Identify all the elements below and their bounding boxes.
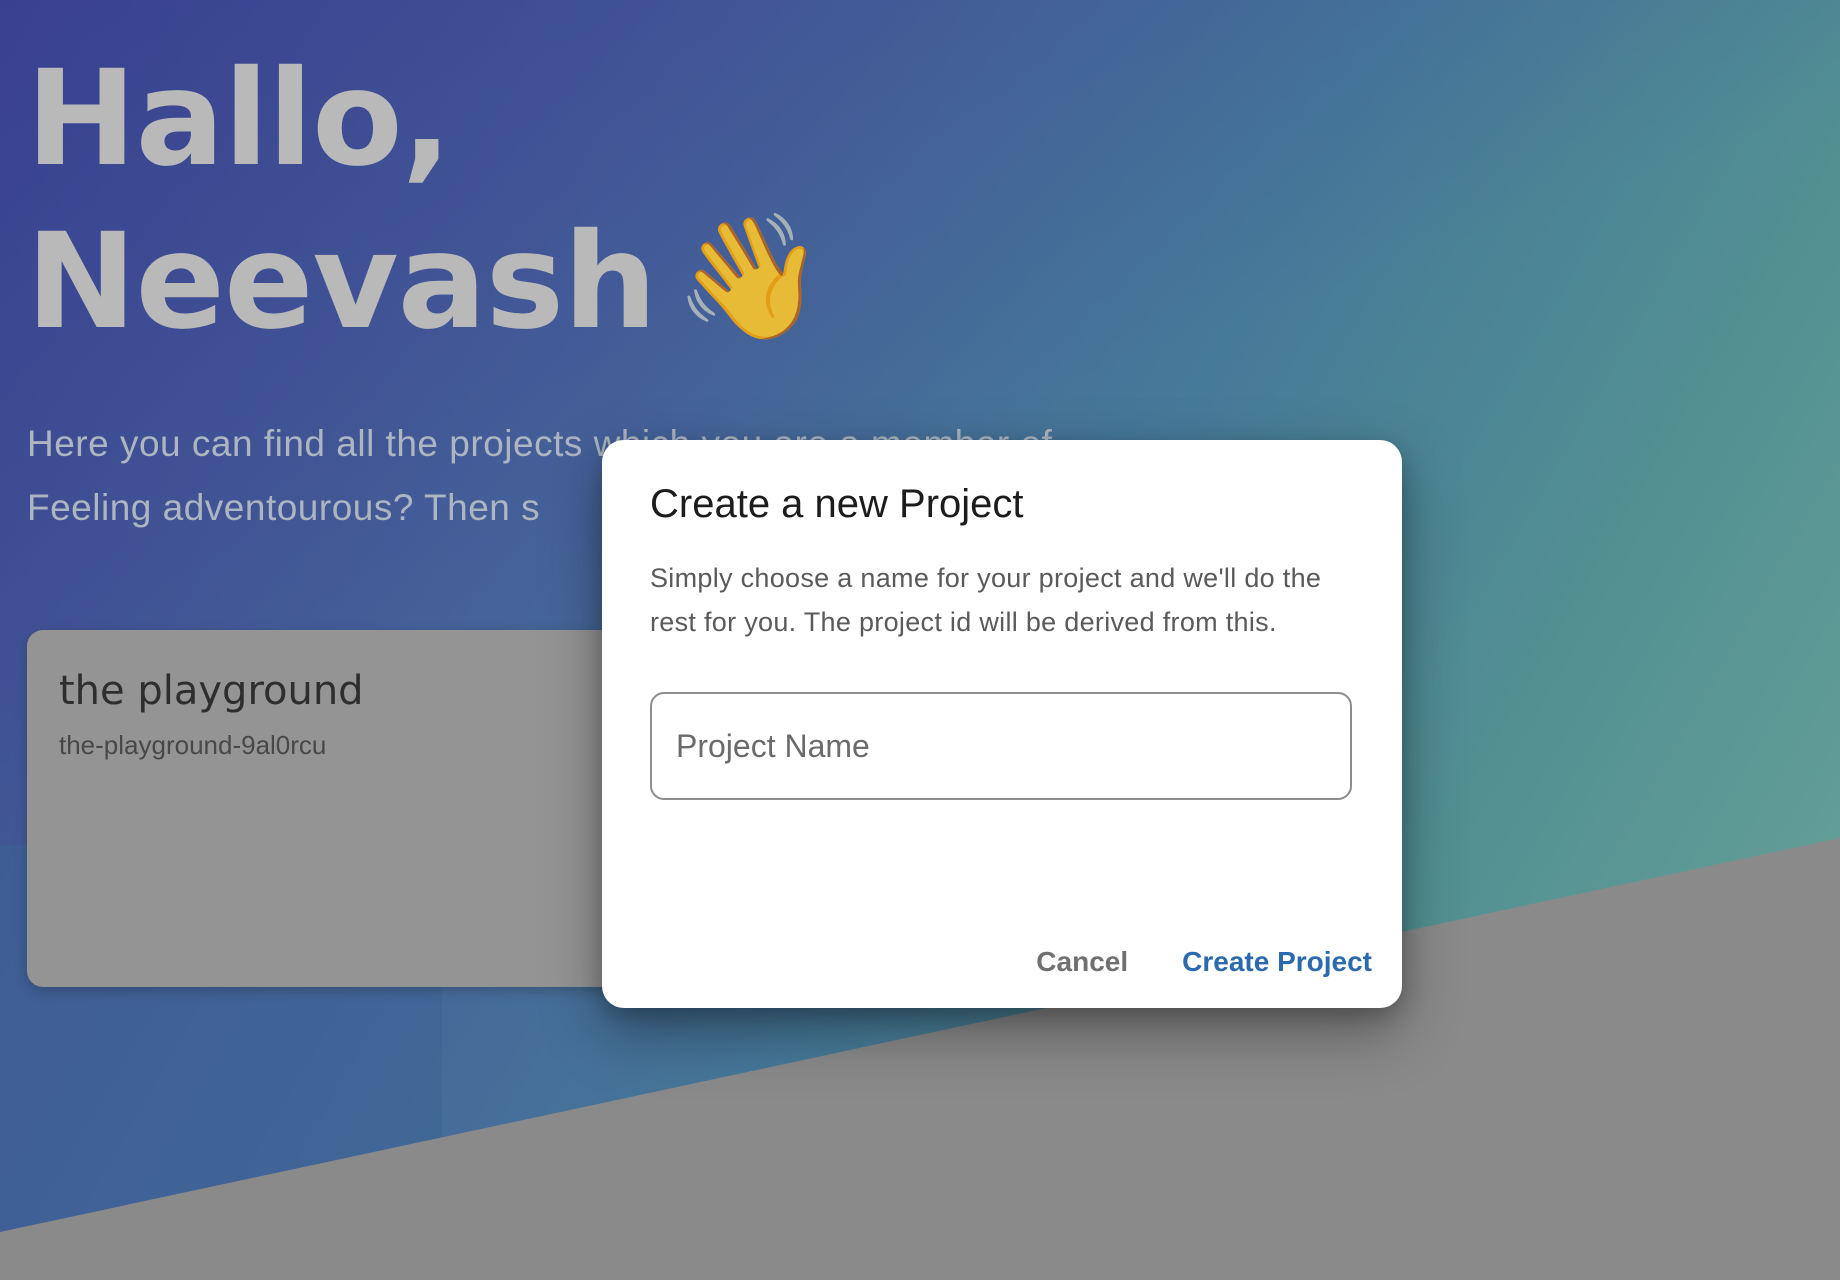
dialog-title: Create a new Project [650, 482, 1024, 526]
project-name-input[interactable] [674, 726, 1328, 766]
dialog-actions: Cancel Create Project [1036, 946, 1372, 978]
create-project-button[interactable]: Create Project [1182, 946, 1372, 978]
project-name-field[interactable] [650, 692, 1352, 800]
create-project-dialog: Create a new Project Simply choose a nam… [602, 440, 1402, 1008]
cancel-button[interactable]: Cancel [1036, 946, 1128, 978]
dialog-description: Simply choose a name for your project an… [650, 563, 1322, 637]
dashboard-page: Hallo, Neevash 👋 Here you can find all th… [0, 0, 1840, 1280]
